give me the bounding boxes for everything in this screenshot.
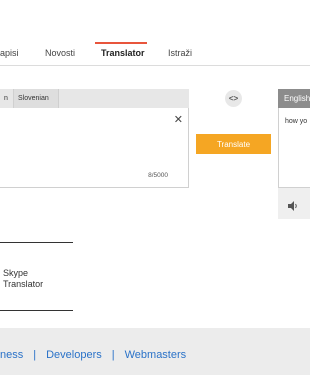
target-toolbar	[278, 188, 310, 219]
target-language-tab[interactable]: English	[278, 89, 310, 108]
target-text-area: how yo	[278, 108, 310, 188]
tab-istrazi[interactable]: Istraži	[168, 48, 192, 58]
footer: ness | Developers | Webmasters	[0, 328, 310, 375]
translated-text: how yo	[285, 118, 308, 125]
source-text-area[interactable]: ✕ 8/5000	[0, 108, 189, 188]
source-language-tab-slovenian[interactable]: Slovenian	[14, 89, 59, 108]
footer-link-webmasters[interactable]: Webmasters	[125, 349, 187, 361]
tab-apisi[interactable]: apisi	[0, 48, 19, 58]
translate-button[interactable]: Translate	[196, 134, 271, 154]
swap-icon[interactable]: <>	[225, 90, 242, 107]
skype-label: Skype	[3, 268, 29, 278]
active-tab-indicator	[95, 42, 147, 44]
footer-separator: |	[111, 349, 115, 361]
source-language-tab-partial[interactable]: n	[0, 89, 14, 108]
speaker-icon[interactable]	[288, 198, 299, 216]
tab-novosti[interactable]: Novosti	[45, 48, 75, 58]
close-icon[interactable]: ✕	[174, 113, 183, 126]
footer-link-business[interactable]: ness	[0, 349, 23, 361]
nav-divider	[0, 65, 310, 66]
section-divider-top	[0, 242, 73, 243]
source-language-bar: n Slovenian	[0, 89, 189, 109]
section-divider-bottom	[0, 310, 73, 311]
footer-separator: |	[33, 349, 37, 361]
footer-links: ness | Developers | Webmasters	[0, 349, 186, 361]
footer-link-developers[interactable]: Developers	[46, 349, 102, 361]
character-count: 8/5000	[148, 172, 168, 179]
tab-translator[interactable]: Translator	[101, 48, 145, 58]
skype-translator-link[interactable]: Skype Translator	[3, 268, 43, 290]
top-nav: apisi Novosti Translator Istraži	[0, 40, 310, 66]
translator-label: Translator	[3, 279, 44, 289]
